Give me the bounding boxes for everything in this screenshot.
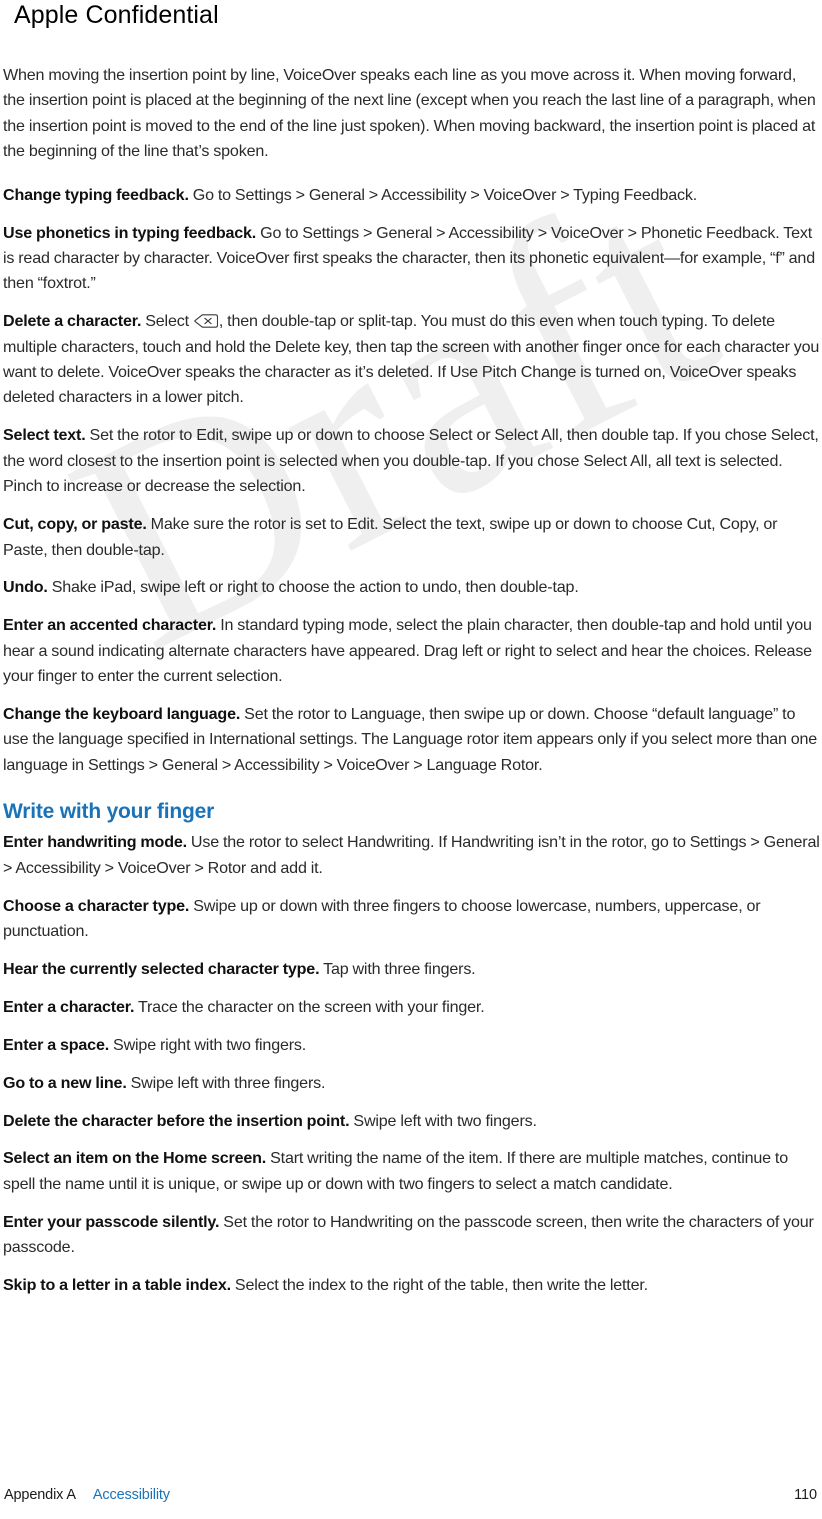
entry-body: Swipe left with two fingers. [353,1111,537,1130]
definition-entry: Undo. Shake iPad, swipe left or right to… [3,575,821,600]
entry-term: Undo. [3,578,48,597]
entry-term: Hear the currently selected character ty… [3,959,320,978]
definition-entry: Enter an accented character. In standard… [3,613,821,689]
entry-term: Skip to a letter in a table index. [3,1276,231,1295]
footer-appendix-label: Appendix A [4,1487,76,1503]
page-footer: Appendix A Accessibility 110 [0,1487,822,1509]
delete-key-icon [194,313,218,329]
entry-body: Swipe left with three fingers. [130,1073,326,1092]
entry-body: Select the index to the right of the tab… [234,1276,648,1295]
entry-term: Select text. [3,426,86,445]
entry-term: Enter an accented character. [3,616,217,635]
definition-entry: Change typing feedback. Go to Settings >… [3,183,821,208]
entry-term: Select an item on the Home screen. [3,1149,267,1168]
entry-body: Set the rotor to Edit, swipe up or down … [3,426,819,496]
entry-body: Shake iPad, swipe left or right to choos… [51,578,579,597]
entry-body: Trace the character on the screen with y… [137,997,485,1016]
entry-term: Change the keyboard language. [3,705,241,724]
definition-entry: Cut, copy, or paste. Make sure the rotor… [3,512,821,563]
definition-entry: Skip to a letter in a table index. Selec… [3,1273,821,1298]
definition-entry: Enter your passcode silently. Set the ro… [3,1210,821,1261]
entry-body: Swipe right with two fingers. [113,1035,307,1054]
definition-entry: Enter handwriting mode. Use the rotor to… [3,830,821,881]
definition-entry: Select an item on the Home screen. Start… [3,1146,821,1197]
entry-term: Change typing feedback. [3,185,189,204]
entry-term: Enter a character. [3,997,135,1016]
entry-term: Cut, copy, or paste. [3,515,147,534]
entry-body: Go to Settings > General > Accessibility… [192,185,698,204]
entry-term: Delete a character. [3,312,142,331]
definition-entry: Use phonetics in typing feedback. Go to … [3,221,821,297]
definition-entry: Delete a character. Select , then double… [3,309,821,411]
apple-confidential-header: Apple Confidential [14,1,219,29]
definition-entry: Enter a character. Trace the character o… [3,995,821,1020]
definition-entry: Go to a new line. Swipe left with three … [3,1071,821,1096]
definition-entry: Change the keyboard language. Set the ro… [3,702,821,778]
footer-breadcrumb: Appendix A Accessibility [4,1487,170,1503]
intro-paragraph: When moving the insertion point by line,… [3,66,816,161]
section-heading-write-with-your-finger: Write with your finger [3,800,215,824]
footer-page-number: 110 [794,1487,817,1503]
entry-term: Enter handwriting mode. [3,833,187,852]
entry-term: Go to a new line. [3,1073,127,1092]
entry-term: Enter a space. [3,1035,110,1054]
entry-term: Delete the character before the insertio… [3,1111,350,1130]
entry-term: Choose a character type. [3,896,190,915]
definition-entry: Enter a space. Swipe right with two fing… [3,1033,821,1058]
entry-term: Use phonetics in typing feedback. [3,223,257,242]
document-page: Apple Confidential When moving the inser… [0,0,822,1519]
footer-chapter-link[interactable]: Accessibility [93,1487,170,1503]
definition-entry: Select text. Set the rotor to Edit, swip… [3,423,821,499]
entry-body-before-icon: Select [145,312,193,331]
page-content: When moving the insertion point by line,… [3,63,821,1311]
entry-term: Enter your passcode silently. [3,1212,220,1231]
definition-entry: Delete the character before the insertio… [3,1109,821,1134]
definition-entry: Choose a character type. Swipe up or dow… [3,894,821,945]
definition-entry: Hear the currently selected character ty… [3,957,821,982]
entry-body: Tap with three fingers. [323,959,476,978]
